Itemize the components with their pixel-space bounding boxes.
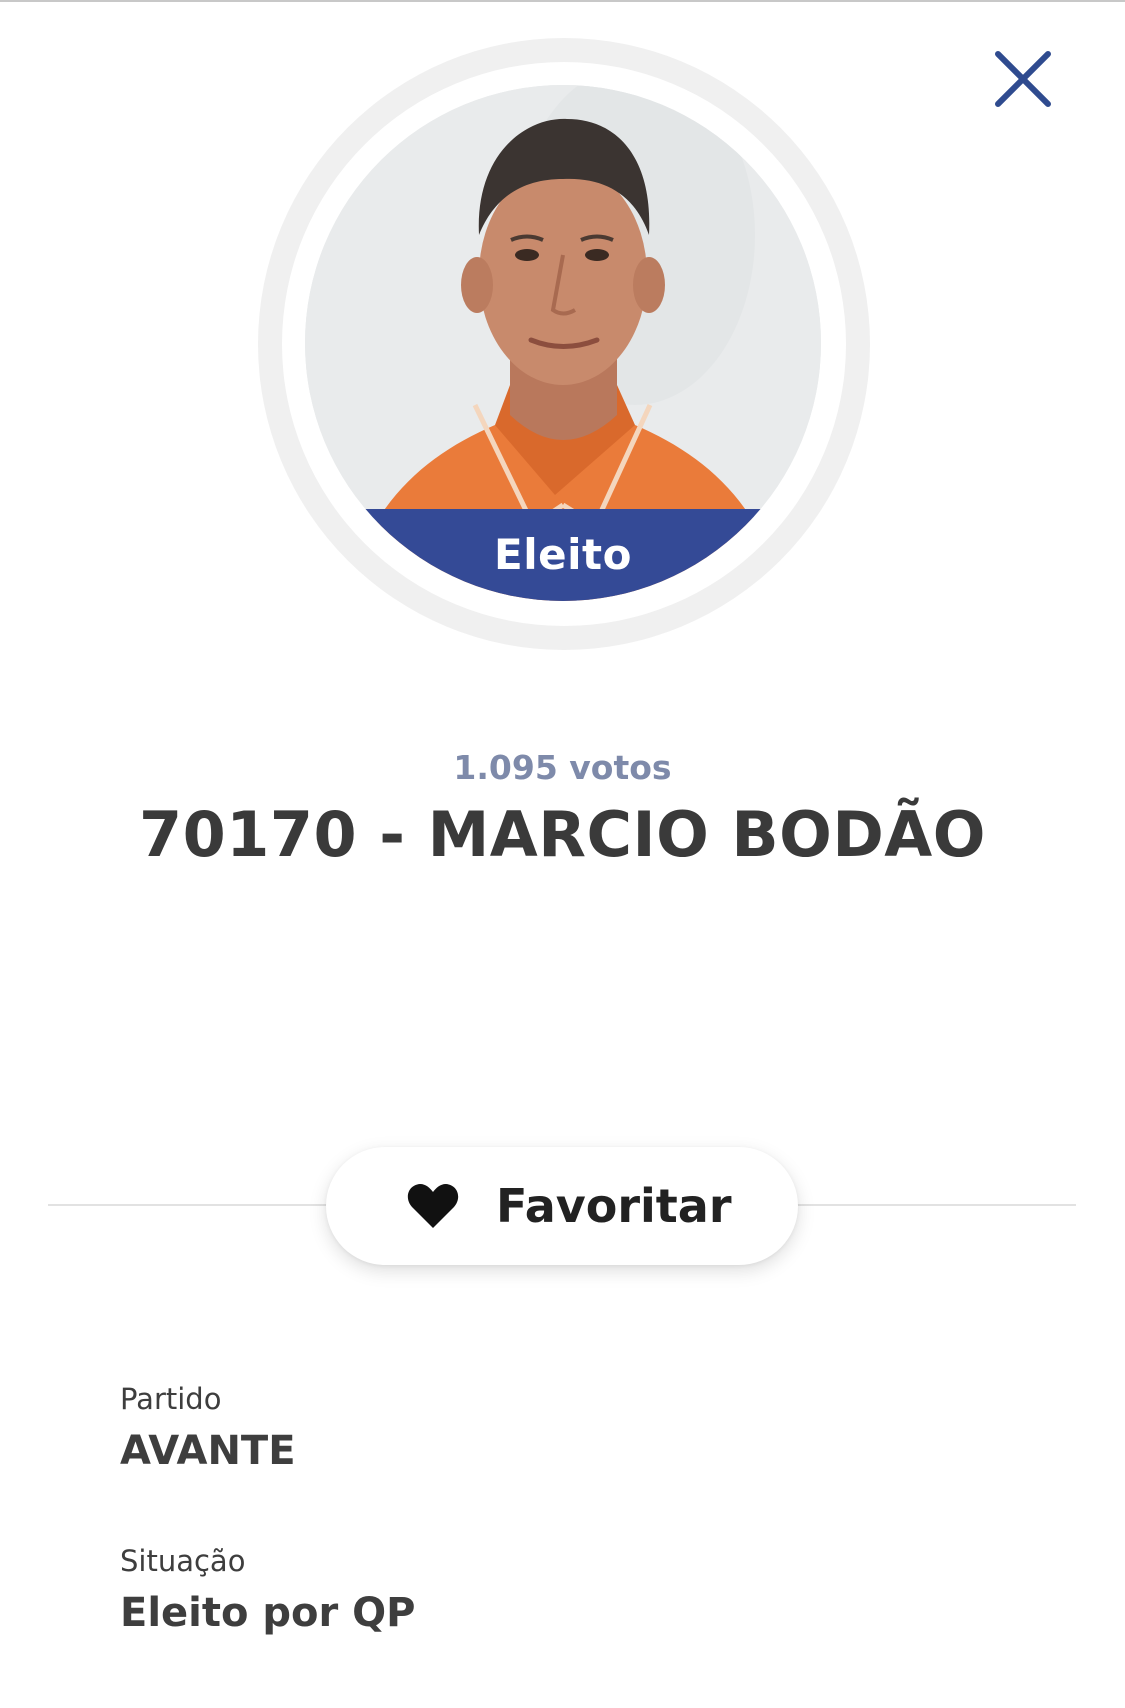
situation-label: Situação [120,1544,246,1578]
favorite-button[interactable]: Favoritar [326,1147,798,1265]
status-badge: Eleito [494,530,632,579]
heart-icon [407,1184,459,1228]
top-border [0,0,1125,2]
party-label: Partido [120,1382,222,1416]
candidate-photo: Eleito [305,85,821,601]
situation-value: Eleito por QP [120,1590,416,1636]
party-value: AVANTE [120,1428,296,1474]
vote-count: 1.095 votos [453,748,672,787]
close-icon [995,51,1051,107]
candidate-title: 70170 - MARCIO BODÃO [139,798,986,871]
favorite-label: Favoritar [496,1179,732,1233]
close-button[interactable] [988,44,1058,114]
